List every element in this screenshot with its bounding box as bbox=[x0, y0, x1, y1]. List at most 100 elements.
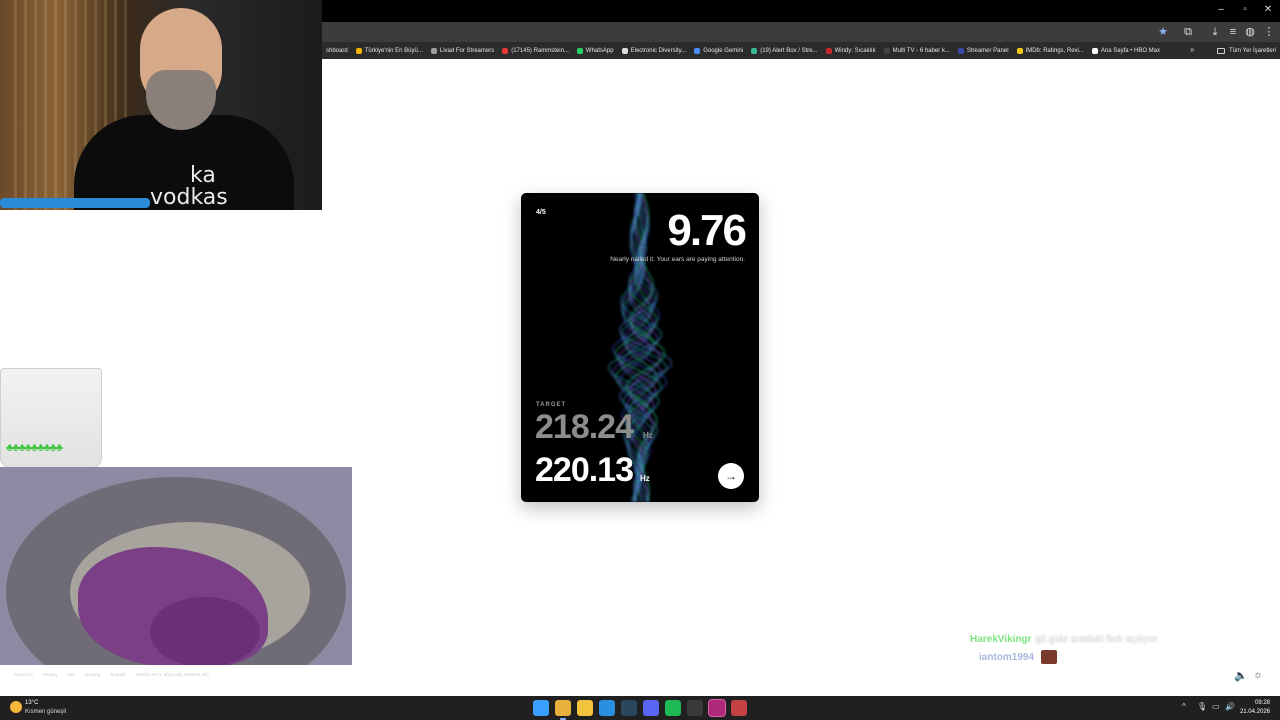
taskbar-chrome-icon[interactable] bbox=[555, 700, 571, 720]
media-icon[interactable]: ≡ bbox=[1226, 25, 1240, 39]
pet-bed-camera bbox=[0, 467, 352, 665]
all-bookmarks-label: Tüm Yer İşaretleri bbox=[1229, 47, 1277, 54]
bookmark-item[interactable]: shboard bbox=[322, 42, 352, 59]
guess-unit: Hz bbox=[640, 474, 650, 483]
footer-link[interactable]: Version ref or about rdy selected info bbox=[136, 672, 209, 677]
volume-icon[interactable]: 🔈 bbox=[1234, 669, 1248, 682]
bookmark-favicon-icon bbox=[1091, 47, 1098, 54]
bookmark-label: Windy: Sıcaklık bbox=[834, 47, 876, 54]
taskbar-discord-icon[interactable] bbox=[643, 700, 659, 716]
footer-link[interactable]: Sounds bbox=[110, 672, 125, 677]
bookmark-item[interactable]: Livad For Streamers bbox=[427, 42, 498, 59]
footer-link[interactable]: Sound UI bbox=[14, 672, 33, 677]
tray-chevron-icon[interactable]: ^ bbox=[1182, 702, 1186, 711]
bookmark-item[interactable]: Windy: Sıcaklık bbox=[822, 42, 880, 59]
extensions-icon[interactable]: ⧉ bbox=[1181, 25, 1195, 39]
bookmark-favicon-icon bbox=[825, 47, 832, 54]
download-icon[interactable]: ⤓ bbox=[1208, 25, 1222, 39]
bookmark-favicon-icon bbox=[430, 47, 437, 54]
bookmark-label: Ana Sayfa • HBO Max bbox=[1100, 47, 1161, 54]
page-footer: Sound UI Privacy Info Scoring Sounds Version … bbox=[14, 672, 209, 677]
bookmark-favicon-icon bbox=[502, 47, 509, 54]
clock-time[interactable]: 09:28 bbox=[1242, 700, 1270, 706]
bookmark-item[interactable]: (17145) Rammstein... bbox=[498, 42, 573, 59]
bookmark-favicon-icon bbox=[576, 47, 583, 54]
bookmarks-overflow-button[interactable]: » bbox=[1190, 45, 1194, 54]
bookmark-item[interactable]: Ana Sayfa • HBO Max bbox=[1088, 42, 1164, 59]
windows-taskbar bbox=[0, 696, 1280, 720]
bookmark-item[interactable]: Türkiye'nin En Büyü... bbox=[352, 42, 427, 59]
weather-temperature[interactable]: 13°C bbox=[25, 700, 38, 706]
bookmark-item[interactable]: Streamer Panel bbox=[954, 42, 1013, 59]
restore-button[interactable]: ▫ bbox=[1234, 4, 1256, 15]
bookmark-label: IMDb: Ratings, Revi... bbox=[1025, 47, 1084, 54]
bookmark-label: (17145) Rammstein... bbox=[511, 47, 569, 54]
bookmark-favicon-icon bbox=[355, 47, 362, 54]
network-icon[interactable]: ▭ bbox=[1212, 702, 1220, 711]
taskbar-file-explorer-icon[interactable] bbox=[577, 700, 593, 716]
close-button[interactable]: ✕ bbox=[1257, 4, 1279, 15]
clock-date[interactable]: 21.04.2026 bbox=[1236, 709, 1270, 715]
bookmark-label: WhatsApp bbox=[585, 47, 614, 54]
microphone-arm bbox=[0, 198, 150, 208]
bookmark-label: Streamer Panel bbox=[966, 47, 1009, 54]
minimize-button[interactable]: – bbox=[1210, 4, 1232, 15]
target-unit: Hz bbox=[643, 431, 653, 440]
feedback-text: Nearly nailed it. Your ears are paying a… bbox=[610, 256, 745, 263]
address-bar-row bbox=[322, 22, 1280, 42]
round-counter: 4/5 bbox=[536, 209, 546, 216]
bookmark-label: Electronic Diversity... bbox=[630, 47, 687, 54]
bookmark-item[interactable]: Multi TV - 6 haber k... bbox=[880, 42, 954, 59]
game-card: 4/5 9.76 Nearly nailed it. Your ears are… bbox=[521, 193, 759, 502]
all-bookmarks-button[interactable]: Tüm Yer İşaretleri bbox=[1214, 42, 1277, 59]
chat-emote bbox=[1041, 650, 1057, 664]
taskbar-next-app-icon[interactable] bbox=[708, 699, 726, 717]
taskbar-spotify-icon[interactable] bbox=[665, 700, 681, 716]
bookmark-label: (19) Alert Box / Stre... bbox=[760, 47, 818, 54]
chat-message: HarekVikingr git gide aradaki fark açılıy… bbox=[970, 634, 1158, 645]
bookmark-item[interactable]: IMDb: Ratings, Revi... bbox=[1013, 42, 1088, 59]
bookmark-favicon-icon bbox=[883, 47, 890, 54]
bookmark-favicon-icon bbox=[1016, 47, 1023, 54]
footer-link[interactable]: Scoring bbox=[85, 672, 100, 677]
bookmark-item[interactable]: (19) Alert Box / Stre... bbox=[747, 42, 821, 59]
cup-clover-decoration: ♣♣♣♣♣♣♣♣♣ bbox=[6, 442, 63, 454]
bookmarks-bar: shboard Türkiye'nin En Büyü... Livad For S… bbox=[322, 42, 1280, 59]
weather-description[interactable]: Kısmen güneşli bbox=[25, 709, 66, 715]
taskbar-steam-icon[interactable] bbox=[621, 700, 637, 716]
bookmark-label: Livad For Streamers bbox=[439, 47, 495, 54]
streamer-webcam: ka vodkas bbox=[0, 0, 322, 210]
footer-link[interactable]: Info bbox=[68, 672, 76, 677]
arrow-right-icon: → bbox=[725, 469, 737, 483]
taskbar-vscode-icon[interactable] bbox=[599, 700, 615, 716]
footer-link[interactable]: Privacy bbox=[43, 672, 58, 677]
bookmark-favicon-icon bbox=[957, 47, 964, 54]
brightness-icon[interactable]: ☼ bbox=[1253, 669, 1263, 681]
taskbar-obs-icon[interactable] bbox=[731, 700, 747, 716]
shirt-print: ka vodkas bbox=[150, 163, 228, 210]
bookmark-favicon-icon bbox=[751, 47, 758, 54]
next-round-button[interactable]: → bbox=[718, 463, 744, 489]
weather-sun-icon[interactable] bbox=[10, 701, 22, 713]
menu-icon[interactable]: ⋮ bbox=[1262, 25, 1276, 39]
star-icon[interactable]: ★ bbox=[1156, 25, 1170, 39]
chat-username: iantom1994 bbox=[979, 652, 1035, 663]
profile-icon[interactable]: ◍ bbox=[1243, 25, 1257, 39]
bookmark-label: shboard bbox=[326, 47, 348, 54]
bookmark-item[interactable]: WhatsApp bbox=[573, 42, 618, 59]
bookmark-label: Google Gemini bbox=[703, 47, 744, 54]
guess-frequency: 220.13 bbox=[535, 451, 634, 489]
bookmark-label: Türkiye'nin En Büyü... bbox=[364, 47, 423, 54]
microphone-icon[interactable]: 🎙 bbox=[1197, 702, 1207, 711]
bookmark-item[interactable]: Google Gemini bbox=[690, 42, 747, 59]
bookmark-label: Multi TV - 6 haber k... bbox=[892, 47, 950, 54]
taskbar-epic-games-icon[interactable] bbox=[687, 700, 703, 716]
bookmark-favicon-icon bbox=[621, 47, 628, 54]
bookmark-item[interactable]: Electronic Diversity... bbox=[618, 42, 691, 59]
taskbar-windows-start-icon[interactable] bbox=[533, 700, 549, 716]
round-score: 9.76 bbox=[667, 206, 747, 255]
speaker-icon[interactable]: 🔊 bbox=[1225, 702, 1235, 711]
bookmark-favicon-icon bbox=[694, 47, 701, 54]
chat-text: git gide aradaki fark açılıyor bbox=[1035, 634, 1158, 645]
purple-blanket-fold bbox=[150, 597, 260, 665]
